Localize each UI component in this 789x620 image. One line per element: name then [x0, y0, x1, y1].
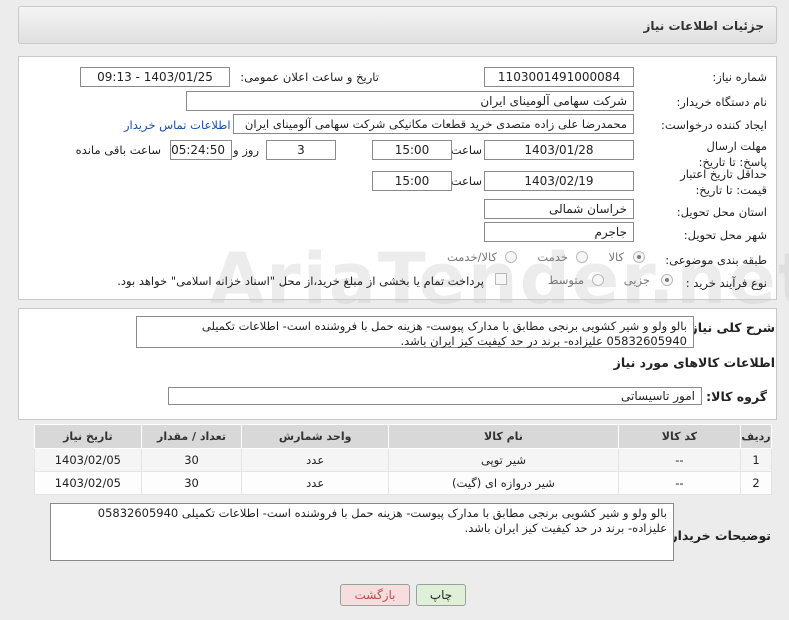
city-field: جاجرم [484, 222, 634, 242]
cell-unit: عدد [241, 448, 390, 472]
goods-group-label: گروه کالا: [706, 389, 767, 404]
col-name: نام کالا [388, 424, 619, 449]
city-label: شهر محل تحویل: [683, 228, 767, 242]
province-field: خراسان شمالی [484, 199, 634, 219]
cell-code: -- [617, 448, 742, 472]
print-button[interactable]: چاپ [416, 584, 466, 606]
cell-date: 1403/02/05 [34, 448, 142, 472]
goods-table: ردیف کد کالا نام کالا واحد شمارش تعداد /… [34, 424, 772, 495]
deadline-time-label: ساعت [450, 143, 482, 157]
process-medium-label: متوسط [547, 273, 584, 287]
cell-name: شیر توپی [388, 448, 619, 472]
creator-label: ایجاد کننده درخواست: [661, 118, 767, 132]
back-button[interactable]: بازگشت [340, 584, 410, 606]
process-radio-minor[interactable] [661, 274, 673, 286]
category-both-label: کالا/خدمت [446, 250, 497, 264]
province-label: استان محل تحویل: [676, 205, 767, 219]
cell-name: شیر دروازه ای (گیت) [388, 471, 619, 495]
validity-label: حداقل تاریخ اعتبار قیمت: تا تاریخ: [680, 167, 767, 197]
table-row: 1 -- شیر توپی عدد 30 1403/02/05 [34, 448, 772, 472]
buyer-org-label: نام دستگاه خریدار: [676, 95, 767, 109]
treasury-checkbox[interactable] [495, 273, 507, 285]
page-title: جزئیات اطلاعات نیاز [643, 19, 764, 33]
table-row: 2 -- شیر دروازه ای (گیت) عدد 30 1403/02/… [34, 471, 772, 495]
category-goods-label: کالا [608, 250, 624, 264]
process-radio-medium[interactable] [592, 274, 604, 286]
buyer-notes-textarea: بالو ولو و شیر کشویی برنجی مطابق با مدار… [50, 503, 674, 561]
days-field: 3 [266, 140, 336, 160]
category-label: طبقه بندی موضوعی: [665, 253, 767, 267]
remaining-time-field: 05:24:50 [170, 140, 232, 160]
process-label: نوع فرآیند خرید : [685, 276, 767, 290]
contact-buyer-link[interactable]: اطلاعات تماس خریدار [124, 118, 231, 132]
process-minor-label: جزیی [623, 273, 650, 287]
cell-qty: 30 [140, 448, 243, 472]
need-number-label: شماره نیاز: [712, 70, 767, 84]
buyer-notes-label: توضیحات خریدار: [665, 528, 771, 543]
category-service-label: خدمت [537, 250, 568, 264]
cell-unit: عدد [241, 471, 390, 495]
deadline-time-field: 15:00 [372, 140, 452, 160]
creator-field: محمدرضا علی زاده متصدی خرید قطعات مکانیک… [233, 114, 634, 134]
need-number-field: 1103001491000084 [484, 67, 634, 87]
col-qty: تعداد / مقدار [140, 424, 243, 449]
category-radio-goods[interactable] [633, 251, 645, 263]
validity-time-label: ساعت [450, 174, 482, 188]
cell-index: 2 [740, 471, 772, 495]
validity-date-field: 1403/02/19 [484, 171, 634, 191]
buyer-org-field: شرکت سهامی آلومینای ایران [186, 91, 634, 111]
col-code: کد کالا [617, 424, 742, 449]
description-textarea: بالو ولو و شیر کشویی برنجی مطابق با مدار… [136, 316, 694, 348]
page-header: جزئیات اطلاعات نیاز [18, 6, 777, 44]
goods-section-title: اطلاعات کالاهای مورد نیاز [613, 355, 775, 370]
goods-group-field: امور تاسیساتی [168, 387, 702, 405]
announce-label: تاریخ و ساعت اعلان عمومی: [240, 70, 379, 84]
cell-qty: 30 [140, 471, 243, 495]
category-radio-both[interactable] [505, 251, 517, 263]
cell-index: 1 [740, 448, 772, 472]
col-date: تاریخ نیاز [34, 424, 142, 449]
col-unit: واحد شمارش [241, 424, 390, 449]
days-label: روز و [233, 143, 259, 157]
col-index: ردیف [740, 424, 772, 449]
cell-code: -- [617, 471, 742, 495]
remaining-label: ساعت باقی مانده [75, 143, 161, 157]
validity-time-field: 15:00 [372, 171, 452, 191]
category-radio-service[interactable] [576, 251, 588, 263]
cell-date: 1403/02/05 [34, 471, 142, 495]
announce-field: 1403/01/25 - 09:13 [80, 67, 230, 87]
treasury-note: پرداخت تمام یا بخشی از مبلغ خرید،از محل … [117, 274, 484, 288]
deadline-date-field: 1403/01/28 [484, 140, 634, 160]
goods-table-header: ردیف کد کالا نام کالا واحد شمارش تعداد /… [34, 424, 772, 449]
description-label: شرح کلی نیاز: [685, 320, 775, 335]
